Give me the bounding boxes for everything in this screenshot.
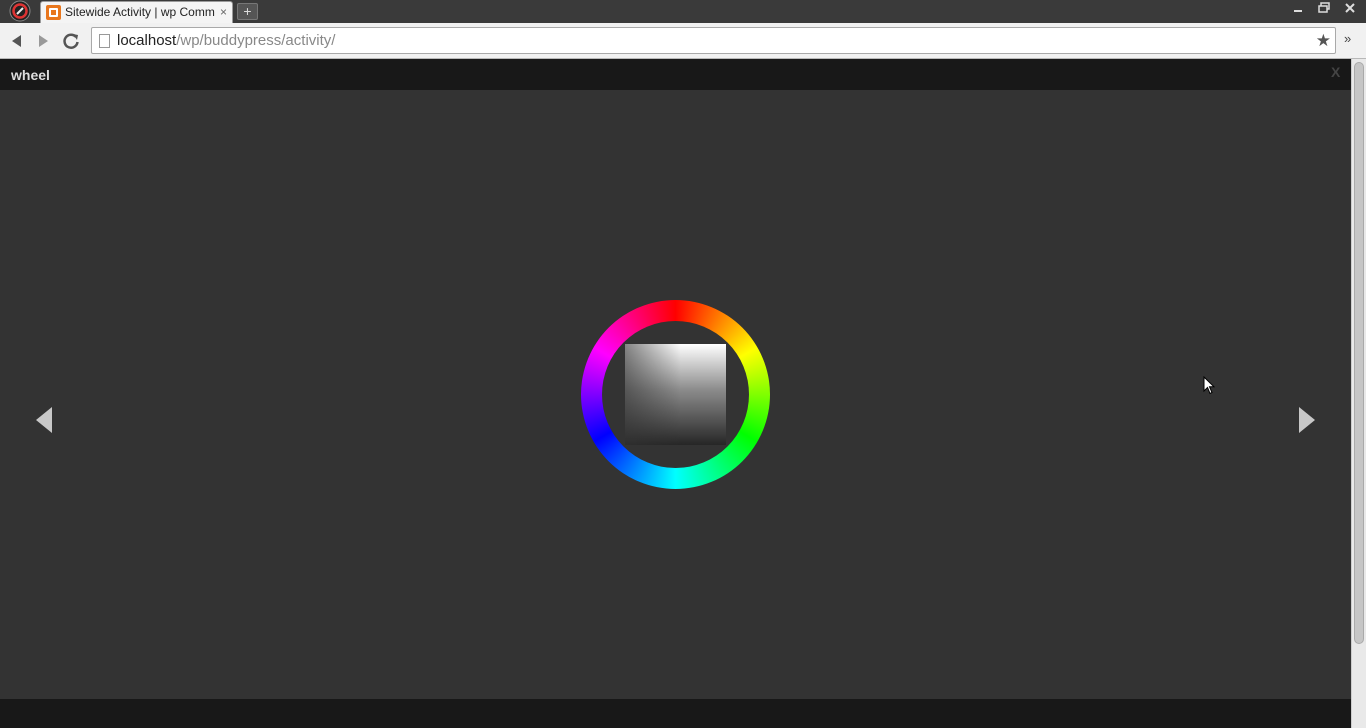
page-icon <box>99 34 110 48</box>
app-logo-icon[interactable] <box>6 0 34 22</box>
back-arrow-icon[interactable] <box>6 30 28 52</box>
address-bar[interactable]: localhost/wp/buddypress/activity/ ★ <box>91 27 1336 54</box>
reload-icon[interactable] <box>60 30 82 52</box>
page-viewport: wheel X <box>0 59 1366 728</box>
vertical-scrollbar[interactable] <box>1351 59 1366 728</box>
close-icon <box>1345 3 1355 13</box>
url-text[interactable]: localhost/wp/buddypress/activity/ <box>117 32 335 49</box>
left-arrow-icon[interactable] <box>34 405 54 435</box>
restore-icon <box>1318 2 1330 13</box>
tab-strip: Sitewide Activity | wp Comm × + <box>0 0 1366 23</box>
overflow-chevron-button[interactable]: » <box>1344 31 1351 46</box>
browser-toolbar: localhost/wp/buddypress/activity/ ★ » <box>0 23 1366 59</box>
bookmark-star-icon[interactable]: ★ <box>1316 31 1331 51</box>
new-tab-button[interactable]: + <box>237 3 258 20</box>
restore-button[interactable] <box>1313 2 1335 18</box>
saturation-value-square <box>625 344 726 445</box>
browser-tab[interactable]: Sitewide Activity | wp Comm × <box>40 1 233 23</box>
mouse-pointer-icon <box>1203 376 1215 395</box>
close-window-button[interactable] <box>1339 2 1361 18</box>
lightbox-close-button[interactable]: X <box>1331 64 1340 80</box>
lightbox-header: wheel X <box>0 59 1351 90</box>
tab-title: Sitewide Activity | wp Comm <box>65 5 215 19</box>
lightbox-title: wheel <box>11 67 50 83</box>
tab-close-button[interactable]: × <box>220 5 227 19</box>
minimize-icon <box>1294 10 1302 12</box>
lightbox-footer <box>0 699 1351 728</box>
scrollbar-thumb[interactable] <box>1354 62 1364 644</box>
forward-arrow-icon[interactable] <box>32 30 54 52</box>
site-favicon-icon <box>46 5 61 20</box>
minimize-button[interactable] <box>1287 2 1309 18</box>
right-arrow-icon[interactable] <box>1297 405 1317 435</box>
